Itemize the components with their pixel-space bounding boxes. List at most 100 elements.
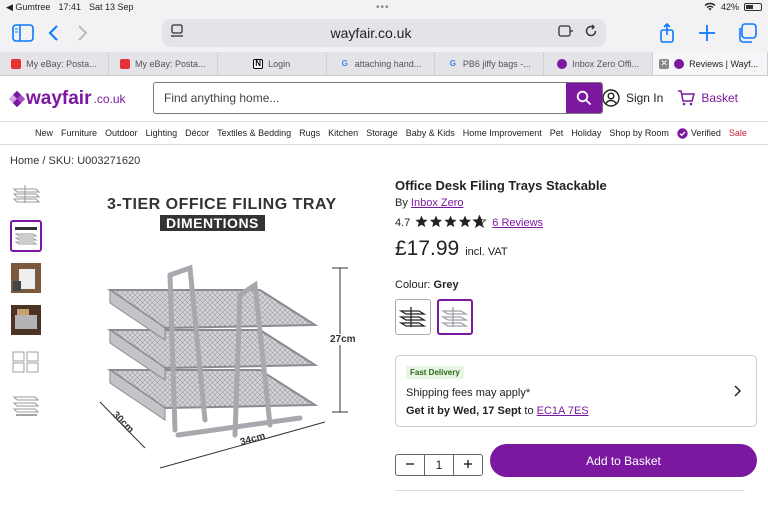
nav-baby-kids[interactable]: Baby & Kids	[406, 128, 455, 138]
multitask-dots-icon[interactable]: •••	[376, 2, 390, 13]
wayfair-icon	[674, 58, 685, 69]
minus-icon	[406, 463, 414, 465]
share-icon[interactable]	[652, 18, 682, 48]
basket-button[interactable]: Basket	[677, 90, 738, 106]
nav-verified[interactable]: Verified	[677, 127, 721, 139]
sign-in-button[interactable]: Sign In	[602, 89, 663, 107]
thumbnail-3[interactable]	[10, 262, 42, 294]
thumbnail-5[interactable]	[10, 346, 42, 378]
wayfair-logo-icon	[8, 90, 26, 107]
tab-label: attaching hand...	[354, 58, 422, 69]
divider	[395, 490, 745, 491]
thumbnail-strip	[10, 178, 42, 420]
postcode-link[interactable]: EC1A 7ES	[537, 405, 589, 417]
fast-delivery-badge: Fast Delivery	[406, 366, 464, 379]
back-to-app-link[interactable]: ◀ Gumtree	[6, 2, 50, 13]
tab-google-1[interactable]: G attaching hand...	[327, 52, 436, 75]
delivery-info[interactable]: Fast Delivery Shipping fees may apply* G…	[395, 355, 757, 427]
thumbnail-6[interactable]	[10, 388, 42, 420]
delivery-date: Get it by Wed, 17 Sept	[406, 405, 522, 417]
shipping-note: Shipping fees may apply*	[406, 387, 531, 399]
price-vat-note: incl. VAT	[465, 246, 508, 258]
nav-outdoor[interactable]: Outdoor	[105, 128, 138, 138]
chevron-right-icon[interactable]	[734, 384, 742, 400]
tab-wayfair-1[interactable]: Inbox Zero Offi...	[544, 52, 654, 75]
tab-label: My eBay: Posta...	[135, 58, 206, 69]
tab-google-2[interactable]: G PB6 jiffy bags -...	[435, 52, 545, 75]
new-tab-icon[interactable]	[692, 18, 722, 48]
forward-icon[interactable]	[68, 18, 98, 48]
swatch-black[interactable]	[395, 299, 431, 335]
search-icon	[576, 90, 592, 106]
colour-label: Colour: Grey	[395, 279, 760, 291]
quantity-value[interactable]: 1	[424, 455, 454, 475]
thumbnail-1[interactable]	[10, 178, 42, 210]
rating-value: 4.7	[395, 217, 411, 229]
tab-overview-icon[interactable]	[732, 18, 762, 48]
star-rating-icon	[415, 215, 487, 231]
by-label: By	[395, 197, 408, 209]
nav-kitchen[interactable]: Kitchen	[328, 128, 358, 138]
rating-row: 4.7 6 Reviews	[395, 215, 760, 231]
reviews-link[interactable]: 6 Reviews	[492, 217, 543, 229]
logo-suffix: .co.uk	[93, 91, 126, 106]
nav-storage[interactable]: Storage	[366, 128, 398, 138]
site-header: wayfair .co.uk Find anything home... Sig…	[0, 76, 768, 121]
tab-label: Inbox Zero Offi...	[572, 58, 640, 69]
search-button[interactable]	[566, 83, 602, 113]
address-bar[interactable]: wayfair.co.uk	[162, 19, 606, 47]
close-icon[interactable]: ✕	[659, 58, 670, 69]
battery-icon	[744, 3, 762, 11]
nav-pet[interactable]: Pet	[550, 128, 564, 138]
tab-label: PB6 jiffy bags -...	[462, 58, 531, 69]
nav-rugs[interactable]: Rugs	[299, 128, 320, 138]
nav-textiles[interactable]: Textiles & Bedding	[217, 128, 291, 138]
nav-holiday[interactable]: Holiday	[571, 128, 601, 138]
browser-toolbar: wayfair.co.uk	[0, 14, 768, 52]
sign-in-label: Sign In	[625, 91, 664, 105]
nav-furniture[interactable]: Furniture	[61, 128, 97, 138]
tab-ebay-2[interactable]: My eBay: Posta...	[109, 52, 218, 75]
nav-decor[interactable]: Décor	[185, 128, 209, 138]
page-settings-icon[interactable]	[170, 23, 184, 43]
status-bar: ◀ Gumtree 17:41 Sat 13 Sep ••• 42%	[0, 0, 768, 14]
delivery-to-word: to	[524, 405, 534, 417]
status-time: 17:41	[58, 1, 81, 12]
wayfair-logo[interactable]: wayfair .co.uk	[8, 88, 126, 110]
colour-label-text: Colour:	[395, 279, 431, 291]
product-title: Office Desk Filing Trays Stackable	[395, 178, 607, 193]
price-row: £17.99 incl. VAT	[395, 237, 760, 261]
nav-verified-label: Verified	[690, 128, 721, 138]
nav-sale[interactable]: Sale	[729, 128, 747, 138]
google-icon: G	[449, 59, 457, 68]
nav-new[interactable]: New	[35, 128, 53, 138]
add-to-basket-button[interactable]: Add to Basket	[490, 444, 757, 477]
tab-label: Login	[268, 58, 291, 69]
thumbnail-2[interactable]	[10, 220, 42, 252]
swatch-grey[interactable]	[437, 299, 473, 335]
tab-ebay-1[interactable]: My eBay: Posta...	[0, 52, 109, 75]
dimension-height: 27cm	[328, 334, 358, 345]
thumbnail-4[interactable]	[10, 304, 42, 336]
nav-lighting[interactable]: Lighting	[146, 128, 178, 138]
sidebar-toggle-icon[interactable]	[8, 18, 38, 48]
tab-wayfair-active[interactable]: ✕ Reviews | Wayf...	[653, 52, 768, 75]
brand-link[interactable]: Inbox Zero	[411, 197, 464, 209]
breadcrumb[interactable]: Home / SKU: U003271620	[10, 155, 140, 167]
nav-shop-by-room[interactable]: Shop by Room	[609, 128, 669, 138]
back-icon[interactable]	[38, 18, 68, 48]
reload-icon[interactable]	[584, 24, 598, 43]
increase-quantity-button[interactable]	[454, 458, 482, 472]
tab-label: My eBay: Posta...	[26, 58, 97, 69]
tab-strip: My eBay: Posta... My eBay: Posta... N Lo…	[0, 52, 768, 76]
search-input[interactable]: Find anything home...	[153, 82, 603, 114]
url-text[interactable]: wayfair.co.uk	[184, 25, 558, 41]
colour-value: Grey	[433, 279, 459, 291]
product-brand-line: By Inbox Zero	[395, 197, 760, 209]
extension-icon[interactable]	[558, 24, 574, 43]
wifi-icon	[704, 2, 716, 13]
nav-home-improvement[interactable]: Home Improvement	[463, 128, 542, 138]
verified-badge-icon	[677, 127, 688, 139]
tab-login[interactable]: N Login	[218, 52, 327, 75]
decrease-quantity-button[interactable]	[396, 458, 424, 472]
